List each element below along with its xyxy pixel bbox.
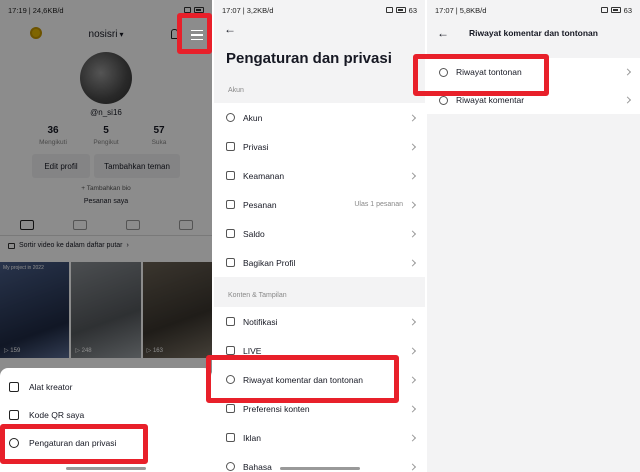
- settings-item-label: Notifikasi: [243, 316, 278, 327]
- battery-level: 63: [623, 5, 632, 15]
- home-indicator: [66, 467, 146, 470]
- chevron-right-icon: [408, 229, 417, 238]
- status-speed: 5,8KB/d: [459, 5, 487, 15]
- chevron-right-icon: [408, 258, 417, 267]
- settings-item-orders[interactable]: Pesanan Ulas 1 pesanan: [214, 190, 425, 219]
- menu-item-label: Kode QR saya: [29, 410, 85, 420]
- chevron-right-icon: [623, 96, 632, 104]
- chevron-right-icon: [408, 404, 417, 413]
- settings-item-label: Akun: [243, 112, 263, 123]
- bell-icon: [226, 317, 235, 326]
- settings-item-share-profile[interactable]: Bagikan Profil: [214, 248, 425, 277]
- orders-review-hint: Ulas 1 pesanan: [354, 201, 403, 208]
- wifi-icon: [600, 7, 608, 13]
- profile-screen: 17:19 | 24,6KB/d nosisri ▾ @n_si16 36 Men…: [0, 0, 212, 472]
- settings-item-privacy[interactable]: Privasi: [214, 132, 425, 161]
- settings-item-label: Saldo: [243, 228, 265, 239]
- settings-item-label: Keamanan: [243, 170, 285, 181]
- account-settings-list: Akun Privasi Keamanan Pesanan Ulas 1 pesa…: [214, 103, 425, 277]
- back-arrow-icon[interactable]: ←: [437, 26, 449, 40]
- settings-item-account[interactable]: Akun: [214, 103, 425, 132]
- creator-tools-icon: [9, 382, 19, 392]
- tutorial-screens: 17:19 | 24,6KB/d nosisri ▾ @n_si16 36 Men…: [0, 0, 640, 472]
- status-time: 17:07: [435, 5, 454, 15]
- share-icon: [226, 258, 235, 267]
- chevron-right-icon: [408, 142, 417, 151]
- settings-item-label: Privasi: [243, 141, 269, 152]
- wallet-icon: [226, 229, 235, 238]
- video-icon: [226, 404, 235, 413]
- chevron-right-icon: [408, 317, 417, 326]
- home-indicator: [279, 467, 360, 470]
- megaphone-icon: [226, 433, 235, 442]
- comment-icon: [439, 95, 448, 105]
- menu-item-label: Alat kreator: [29, 382, 73, 392]
- qr-code-icon: [9, 410, 19, 420]
- battery-icon: [395, 7, 406, 13]
- globe-icon: [226, 462, 235, 471]
- section-label-content: Konten & Tampilan: [228, 292, 287, 299]
- bag-icon: [226, 200, 235, 209]
- chevron-right-icon: [408, 433, 417, 442]
- page-title: Pengaturan dan privasi: [226, 50, 392, 67]
- chevron-right-icon: [408, 200, 417, 209]
- settings-item-balance[interactable]: Saldo: [214, 219, 425, 248]
- lock-icon: [226, 142, 235, 151]
- history-item-label: Riwayat komentar: [456, 95, 525, 105]
- settings-item-notifications[interactable]: Notifikasi: [214, 307, 425, 336]
- settings-item-label: Pesanan: [243, 199, 277, 210]
- settings-item-label: LIVE: [243, 345, 262, 356]
- chevron-right-icon: [408, 375, 417, 384]
- battery-level: 63: [408, 5, 417, 15]
- section-label-account: Akun: [228, 87, 244, 94]
- settings-item-security[interactable]: Keamanan: [214, 161, 425, 190]
- back-arrow-icon[interactable]: ←: [224, 22, 236, 36]
- settings-item-label: Iklan: [243, 432, 261, 443]
- settings-item-label: Bagikan Profil: [243, 257, 296, 268]
- chevron-right-icon: [408, 113, 417, 122]
- settings-item-ads[interactable]: Iklan: [214, 423, 425, 452]
- chevron-right-icon: [623, 68, 632, 76]
- shield-icon: [226, 171, 235, 180]
- status-bar: 17:07 | 5,8KB/d 63: [435, 5, 632, 15]
- status-speed: 3,2KB/d: [246, 5, 274, 15]
- page-title: Riwayat komentar dan tontonan: [469, 28, 598, 38]
- highlight-history-item: [206, 355, 399, 403]
- highlight-settings-item: [0, 424, 148, 464]
- status-bar: 17:07 | 3,2KB/d 63: [222, 5, 417, 15]
- status-time: 17:07: [222, 5, 241, 15]
- settings-item-label: Preferensi konten: [243, 403, 310, 414]
- person-icon: [226, 113, 235, 122]
- wifi-icon: [385, 7, 393, 13]
- live-icon: [226, 346, 235, 355]
- chevron-right-icon: [408, 171, 417, 180]
- highlight-menu-button: [177, 13, 212, 54]
- menu-item-creator-tools[interactable]: Alat kreator: [0, 374, 212, 400]
- history-header: ← Riwayat komentar dan tontonan: [427, 20, 640, 46]
- battery-icon: [610, 7, 621, 13]
- chevron-right-icon: [408, 462, 417, 471]
- chevron-right-icon: [408, 346, 417, 355]
- settings-item-label: Bahasa: [243, 461, 272, 472]
- highlight-watch-history: [413, 54, 549, 96]
